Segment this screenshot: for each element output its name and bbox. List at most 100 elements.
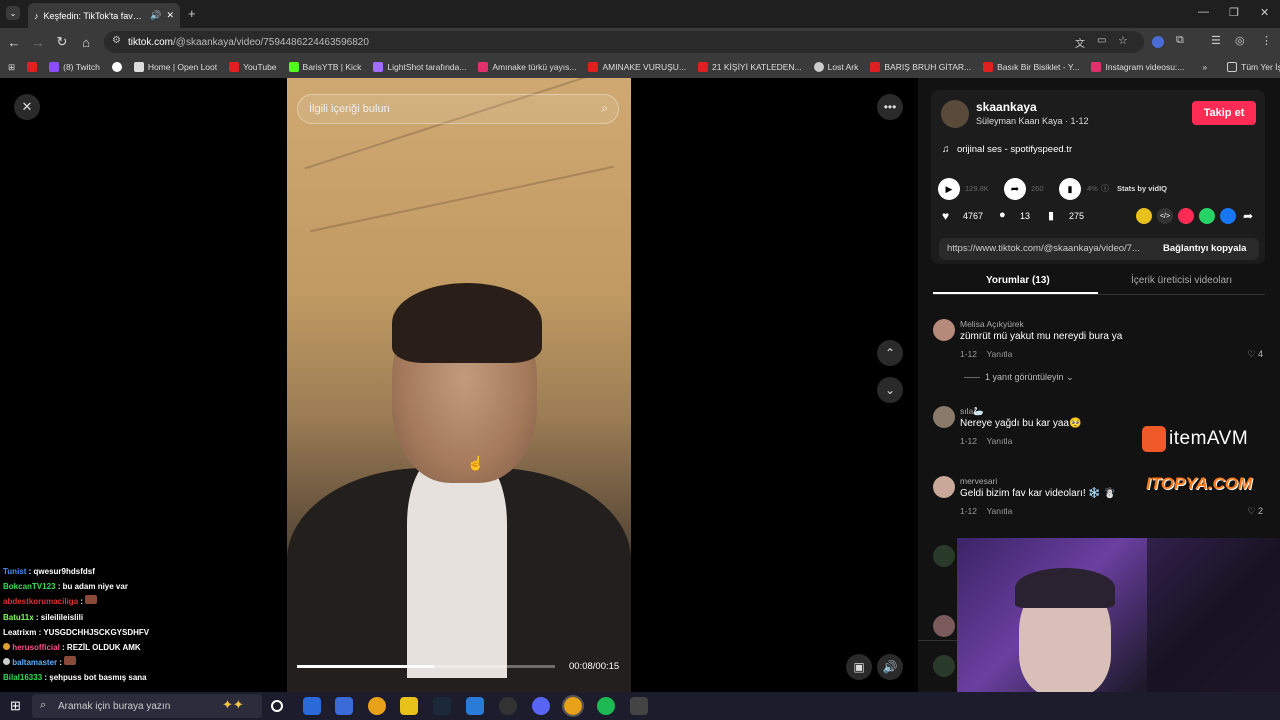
comment-icon[interactable]: ● [999, 209, 1006, 221]
new-tab-button[interactable]: + [188, 6, 196, 21]
send-icon[interactable] [1178, 208, 1194, 224]
extensions-puzzle-icon[interactable]: ⧉ [1176, 34, 1184, 47]
taskbar-search[interactable]: ⌕ Aramak için buraya yazın ✦✦ [32, 694, 262, 718]
avatar[interactable] [933, 655, 955, 677]
steam-icon[interactable] [433, 697, 451, 715]
close-viewer-button[interactable]: ✕ [14, 94, 40, 120]
more-options-button[interactable]: ••• [877, 94, 903, 120]
close-tab-icon[interactable]: ✕ [166, 10, 174, 21]
avatar[interactable] [933, 319, 955, 341]
all-bookmarks[interactable]: Tüm Yer İşaretleri [1221, 62, 1280, 72]
forward-button[interactable]: → [26, 30, 50, 54]
twitch-icon [49, 62, 60, 72]
store-icon[interactable] [335, 697, 353, 715]
cast-icon[interactable]: ▭ [1097, 35, 1106, 46]
floating-player-icon[interactable]: ▣ [846, 654, 872, 680]
profile-icon[interactable]: ◎ [1235, 34, 1245, 47]
view-replies-button[interactable]: 1 yanıt görüntüleyin ⌄ [985, 372, 1074, 383]
volume-icon[interactable]: 🔊 [877, 654, 903, 680]
next-video-button[interactable]: ⌄ [877, 377, 903, 403]
extension-icon[interactable] [1152, 36, 1164, 48]
chrome-icon[interactable] [368, 697, 386, 715]
bookmark-youtube-2[interactable]: AMINAKE VURUŞU... [582, 62, 692, 72]
avatar[interactable] [933, 615, 955, 637]
taskview-icon[interactable] [303, 697, 321, 715]
reply-button[interactable]: Yanıtla [986, 506, 1012, 516]
site-info-icon[interactable]: ⚙ [112, 35, 121, 46]
bookmark-lostark[interactable]: Lost Ark [808, 62, 865, 72]
menu-kebab-icon[interactable]: ⋮ [1261, 34, 1272, 47]
related-search-input[interactable]: İlgili içeriği bulun ⌕ [297, 94, 619, 124]
bookmark-youtube[interactable]: YouTube [223, 62, 282, 72]
video-progress-bar[interactable] [297, 665, 555, 668]
snow-track [310, 165, 614, 233]
sound-link[interactable]: orijinal ses - spotifyspeed.tr [957, 144, 1072, 155]
more-bookmarks-icon[interactable]: » [1196, 62, 1213, 72]
like-icon[interactable]: ♡ [1247, 349, 1255, 359]
url-field[interactable]: ⚙ tiktok.com/@skaankaya/video/7594486224… [104, 31, 1144, 53]
bookmark-youtube-red[interactable] [21, 62, 43, 72]
back-button[interactable]: ← [2, 30, 26, 54]
tab-creator-videos[interactable]: İçerik üreticisi videoları [1131, 275, 1232, 286]
like-icon[interactable]: ♡ [1247, 506, 1255, 516]
heart-icon[interactable]: ♥ [942, 209, 949, 223]
cortana-icon[interactable] [271, 700, 283, 712]
previous-video-button[interactable]: ⌃ [877, 340, 903, 366]
translate-icon[interactable]: 文 [1075, 35, 1085, 50]
whatsapp-icon[interactable] [1199, 208, 1215, 224]
stats-by-vidiq[interactable]: Stats by vidIQ [1117, 184, 1167, 193]
bookmark-google[interactable] [106, 62, 128, 72]
coin-icon[interactable] [1136, 208, 1152, 224]
avatar[interactable] [941, 100, 969, 128]
bookmark-youtube-5[interactable]: Basık Bir Bisiklet - Y... [977, 62, 1085, 72]
app-icon[interactable] [630, 697, 648, 715]
chrome-active-icon[interactable] [562, 695, 584, 717]
follow-button[interactable]: Takip et [1192, 101, 1256, 125]
avatar[interactable] [933, 406, 955, 428]
comment-author[interactable]: Melisa Açıkyürek [960, 319, 1024, 329]
bookmark-youtube-4[interactable]: BARIŞ BRUH GİTAR... [864, 62, 977, 72]
bookmark-twitch[interactable]: (8) Twitch [43, 62, 106, 72]
tab-tiktok[interactable]: ♪ Keşfedin: TikTok'ta favori vi 🔊 ✕ [28, 3, 180, 28]
reply-button[interactable]: Yanıtla [986, 436, 1012, 446]
bookmark-youtube-3[interactable]: 21 KİŞİYİ KATLEDEN... [692, 62, 808, 72]
bookmark-icon[interactable]: ▮ [1048, 209, 1054, 222]
close-window-button[interactable]: ✕ [1260, 6, 1269, 19]
audio-icon[interactable]: 🔊 [150, 10, 161, 21]
share-icon[interactable]: ➦ [1243, 209, 1253, 223]
copy-link-button[interactable]: Bağlantıyı kopyala [1163, 243, 1246, 254]
obs-icon[interactable] [499, 697, 517, 715]
bookmark-lightshot[interactable]: LightShot tarafında... [367, 62, 472, 72]
spotify-icon[interactable] [597, 697, 615, 715]
tab-comments[interactable]: Yorumlar (13) [986, 275, 1050, 286]
comment-author[interactable]: sıla🦢 [960, 406, 984, 417]
author-username[interactable]: skaankaya [976, 100, 1037, 114]
avatar[interactable] [933, 545, 955, 567]
avatar[interactable] [933, 476, 955, 498]
info-icon[interactable]: ⓘ [1101, 183, 1109, 194]
comment-author[interactable]: mervesari [960, 476, 997, 486]
maximize-button[interactable]: ❐ [1229, 6, 1239, 19]
facebook-icon[interactable] [1220, 208, 1236, 224]
tab-title: Keşfedin: TikTok'ta favori vi [43, 10, 146, 21]
windows-start-icon[interactable]: ⊞ [10, 698, 21, 714]
apps-icon[interactable]: ⊞ [0, 62, 21, 73]
bookmark-instagram-2[interactable]: Instagram videosu:... [1085, 62, 1190, 72]
video-link[interactable]: https://www.tiktok.com/@skaankaya/video/… [947, 243, 1153, 254]
embed-icon[interactable]: </> [1157, 208, 1173, 224]
reply-button[interactable]: Yanıtla [986, 349, 1012, 359]
minimize-button[interactable]: — [1198, 6, 1209, 18]
home-button[interactable]: ⌂ [74, 30, 98, 54]
bookmark-star-icon[interactable]: ☆ [1118, 34, 1128, 47]
file-explorer-icon[interactable] [400, 697, 418, 715]
bookmark-instagram[interactable]: Amınake türkü yayıs... [472, 62, 582, 72]
video-player[interactable] [287, 78, 631, 692]
bookmark-openloot[interactable]: Home | Open Loot [128, 62, 223, 72]
tab-list-button[interactable]: ⌄ [6, 6, 20, 20]
media-control-icon[interactable]: ☰ [1211, 34, 1221, 47]
bookmark-kick[interactable]: BarisYTB | Kick [283, 62, 368, 72]
search-icon[interactable]: ⌕ [601, 101, 608, 116]
app-icon[interactable] [466, 697, 484, 715]
reload-button[interactable]: ↻ [50, 30, 74, 54]
discord-icon[interactable] [532, 697, 550, 715]
